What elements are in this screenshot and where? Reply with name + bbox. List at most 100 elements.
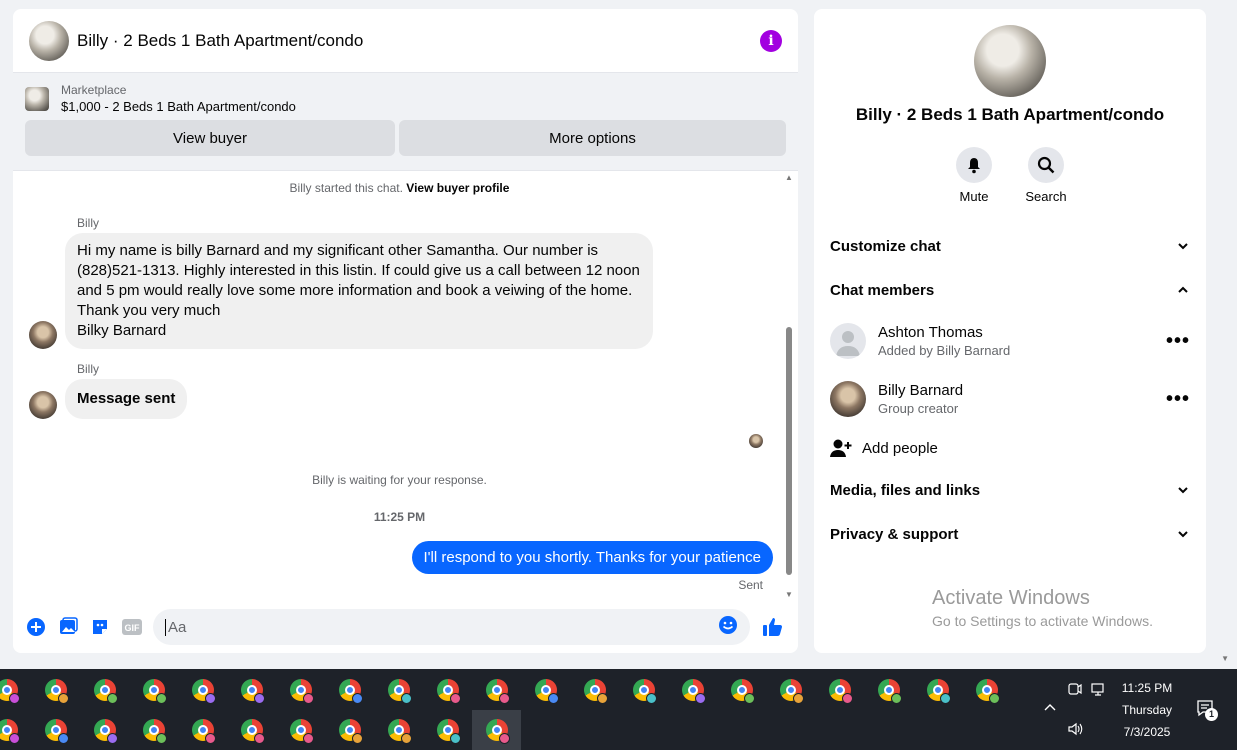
chrome-taskbar-button[interactable] (717, 670, 766, 710)
profile-badge-icon (744, 693, 755, 704)
member-avatar (830, 381, 866, 417)
chat-info-panel: Billy · 2 Beds 1 Bath Apartment/condo Mu… (814, 9, 1206, 653)
emoji-icon[interactable] (718, 615, 738, 640)
profile-badge-icon (695, 693, 706, 704)
show-hidden-icons-chevron-icon[interactable] (1043, 699, 1057, 717)
like-thumb-icon[interactable] (758, 612, 788, 642)
search-button[interactable]: Search (1022, 147, 1070, 204)
chrome-taskbar-button[interactable] (374, 670, 423, 710)
add-people-button[interactable]: Add people (814, 428, 1206, 468)
chrome-taskbar-button[interactable] (129, 710, 178, 750)
chrome-taskbar-button[interactable] (325, 670, 374, 710)
sender-avatar[interactable] (29, 321, 57, 349)
message-input[interactable] (165, 618, 718, 636)
conversation-avatar-large[interactable] (974, 25, 1046, 97)
profile-badge-icon (842, 693, 853, 704)
view-buyer-button[interactable]: View buyer (25, 120, 395, 156)
outgoing-message-bubble[interactable]: I'll respond to you shortly. Thanks for … (411, 541, 773, 574)
waiting-note: Billy is waiting for your response. (312, 473, 487, 487)
chrome-taskbar-button[interactable] (570, 670, 619, 710)
meet-now-icon[interactable] (1067, 681, 1083, 702)
gif-icon[interactable]: GIF (117, 612, 147, 642)
chat-panel: Billy · 2 Beds 1 Bath Apartment/condo i … (13, 9, 798, 653)
message-bubble[interactable]: Hi my name is billy Barnard and my signi… (65, 233, 653, 349)
notification-center-icon[interactable]: 1 (1196, 699, 1218, 724)
chrome-taskbar-button[interactable] (227, 710, 276, 750)
profile-badge-icon (107, 693, 118, 704)
default-avatar-icon (830, 323, 866, 359)
chrome-taskbar-button[interactable] (276, 670, 325, 710)
chrome-taskbar-button[interactable] (0, 670, 31, 710)
chrome-taskbar-button[interactable] (0, 710, 31, 750)
profile-badge-icon (58, 733, 69, 744)
svg-text:GIF: GIF (125, 623, 141, 633)
mute-button[interactable]: Mute (950, 147, 998, 204)
message-bubble[interactable]: Message sent (65, 379, 188, 419)
chrome-taskbar-button[interactable] (80, 670, 129, 710)
sender-name: Billy (77, 362, 100, 376)
chrome-taskbar-button[interactable] (815, 670, 864, 710)
more-options-icon[interactable]: ••• (1166, 388, 1190, 411)
page-scroll-down-arrow-icon[interactable]: ▼ (1221, 654, 1229, 663)
taskbar-row-1 (0, 670, 1011, 710)
view-buyer-profile-link[interactable]: View buyer profile (406, 181, 509, 195)
customize-chat-section[interactable]: Customize chat (814, 224, 1206, 268)
chrome-taskbar-button[interactable] (178, 670, 227, 710)
listing-bar: Marketplace $1,000 - 2 Beds 1 Bath Apart… (13, 73, 798, 171)
chrome-taskbar-button[interactable] (325, 710, 374, 750)
chrome-taskbar-button[interactable] (472, 670, 521, 710)
photo-icon[interactable] (53, 612, 83, 642)
chrome-taskbar-button[interactable] (276, 710, 325, 750)
message-scrollbar[interactable]: ▲ ▼ (784, 171, 794, 599)
more-options-button[interactable]: More options (399, 120, 786, 156)
sticker-icon[interactable] (85, 612, 115, 642)
chat-title[interactable]: Billy · 2 Beds 1 Bath Apartment/condo (77, 31, 363, 51)
profile-badge-icon (401, 693, 412, 704)
windows-taskbar: 11:25 PM Thursday 7/3/2025 1 (0, 669, 1237, 750)
chrome-taskbar-button[interactable] (178, 710, 227, 750)
profile-badge-icon (891, 693, 902, 704)
media-files-section[interactable]: Media, files and links (814, 468, 1206, 512)
chrome-taskbar-button[interactable] (80, 710, 129, 750)
chrome-taskbar-button[interactable] (619, 670, 668, 710)
profile-badge-icon (597, 693, 608, 704)
message-status: Sent (738, 578, 763, 592)
chrome-taskbar-button[interactable] (31, 710, 80, 750)
chrome-taskbar-button[interactable] (374, 710, 423, 750)
network-icon[interactable] (1091, 681, 1107, 702)
info-icon[interactable]: i (760, 29, 782, 52)
chrome-taskbar-button[interactable] (129, 670, 178, 710)
chrome-taskbar-button[interactable] (423, 670, 472, 710)
chrome-taskbar-button[interactable] (423, 710, 472, 750)
chrome-taskbar-button[interactable] (227, 670, 276, 710)
add-person-icon (830, 439, 852, 457)
chat-members-section[interactable]: Chat members (814, 268, 1206, 312)
chrome-taskbar-button[interactable] (521, 670, 570, 710)
listing-thumbnail[interactable] (25, 86, 49, 111)
plus-icon[interactable] (21, 612, 51, 642)
chrome-taskbar-button[interactable] (766, 670, 815, 710)
scroll-down-arrow-icon[interactable]: ▼ (784, 590, 794, 599)
member-row[interactable]: Billy Barnard Group creator ••• (814, 370, 1206, 428)
chrome-taskbar-button[interactable] (31, 670, 80, 710)
chat-header: Billy · 2 Beds 1 Bath Apartment/condo i (13, 9, 798, 73)
taskbar-date[interactable]: 7/3/2025 (1110, 725, 1184, 739)
chrome-taskbar-button[interactable] (472, 710, 521, 750)
chrome-taskbar-button[interactable] (864, 670, 913, 710)
chrome-taskbar-button[interactable] (913, 670, 962, 710)
scroll-up-arrow-icon[interactable]: ▲ (784, 173, 794, 182)
more-options-icon[interactable]: ••• (1166, 330, 1190, 353)
chat-start-note: Billy started this chat. View buyer prof… (289, 181, 510, 195)
volume-icon[interactable] (1067, 721, 1083, 742)
taskbar-day[interactable]: Thursday (1110, 703, 1184, 717)
scroll-thumb[interactable] (786, 327, 792, 575)
taskbar-time[interactable]: 11:25 PM (1110, 681, 1184, 695)
sender-avatar[interactable] (29, 391, 57, 419)
conversation-avatar[interactable] (29, 20, 69, 61)
listing-price-title[interactable]: $1,000 - 2 Beds 1 Bath Apartment/condo (61, 99, 296, 114)
read-receipt-avatar (749, 434, 763, 448)
member-row[interactable]: Ashton Thomas Added by Billy Barnard ••• (814, 312, 1206, 370)
privacy-support-section[interactable]: Privacy & support (814, 512, 1206, 556)
chrome-taskbar-button[interactable] (668, 670, 717, 710)
chrome-taskbar-button[interactable] (962, 670, 1011, 710)
